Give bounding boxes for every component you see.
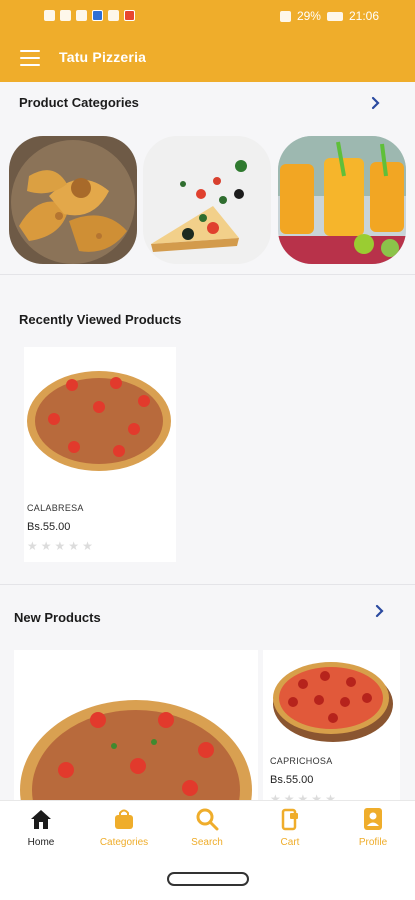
category-drinks[interactable] [278,136,406,264]
menu-icon[interactable] [20,50,40,66]
star-icon: ★ [27,539,38,553]
product-price: Bs.55.00 [27,521,71,533]
video-app-icon [124,10,135,21]
product-card-caprichosa[interactable]: CAPRICHOSA Bs.55.00 ★ ★ ★ ★ ★ [263,650,400,805]
system-gesture-area [0,860,415,900]
caprichosa-pizza-image [273,662,393,742]
signal-icon [44,10,55,21]
nav-home-label: Home [27,837,55,848]
nav-profile-label: Profile [358,837,388,848]
new-products-title: New Products [14,610,101,625]
product-card-new-1[interactable] [14,650,258,800]
categories-chevron-icon[interactable] [365,93,385,113]
nav-search-label: Search [191,837,223,848]
bag-icon [115,809,133,829]
app-bar: Tatu Pizzeria [0,34,415,82]
rating-stars: ★ ★ ★ ★ ★ [27,540,93,552]
product-price: Bs.55.00 [270,774,314,786]
recent-title: Recently Viewed Products [19,312,182,327]
vibrate-icon [279,10,291,22]
category-empanadas[interactable] [9,136,137,264]
categories-title: Product Categories [19,95,139,110]
empanadas-image [9,136,137,264]
star-icon: ★ [40,539,52,553]
clock: 21:06 [348,9,379,23]
bottom-navigation: Home Categories Search Cart Profile [0,800,415,860]
product-card-calabresa[interactable]: CALABRESA Bs.55.00 ★ ★ ★ ★ ★ [24,347,176,562]
wifi-icon [60,10,71,21]
status-icons-left [44,10,135,21]
nav-cart[interactable]: Cart [255,807,325,848]
nav-home[interactable]: Home [6,807,76,848]
star-icon: ★ [68,539,80,553]
product-name: CAPRICHOSA [270,756,333,766]
alarm-icon [76,10,87,21]
calabresa-pizza-image [27,371,171,471]
battery-percent: 29% [296,9,321,23]
app-title: Tatu Pizzeria [59,49,147,65]
nav-categories-label: Categories [99,837,149,848]
category-pizza[interactable] [143,136,271,264]
new-products-chevron-icon[interactable] [369,601,389,621]
nav-categories[interactable]: Categories [89,807,159,848]
juice-drinks-image [278,136,406,264]
status-icons-right: 29% 21:06 [279,9,379,23]
star-icon: ★ [82,539,93,553]
product-name: CALABRESA [27,503,84,513]
nav-profile[interactable]: Profile [338,807,408,848]
nav-search[interactable]: Search [172,807,242,848]
status-bar: 29% 21:06 [0,0,415,34]
nav-cart-label: Cart [280,837,300,848]
shield-app-icon [92,10,103,21]
twitter-icon [108,10,119,21]
pizza-image [20,700,252,800]
home-indicator[interactable] [167,872,249,886]
profile-icon [364,808,382,830]
cart-icon [281,808,298,831]
home-icon [31,810,51,829]
pizza-slice-image [143,136,271,264]
battery-icon [326,11,343,21]
search-icon [196,808,219,831]
star-icon: ★ [54,539,66,553]
